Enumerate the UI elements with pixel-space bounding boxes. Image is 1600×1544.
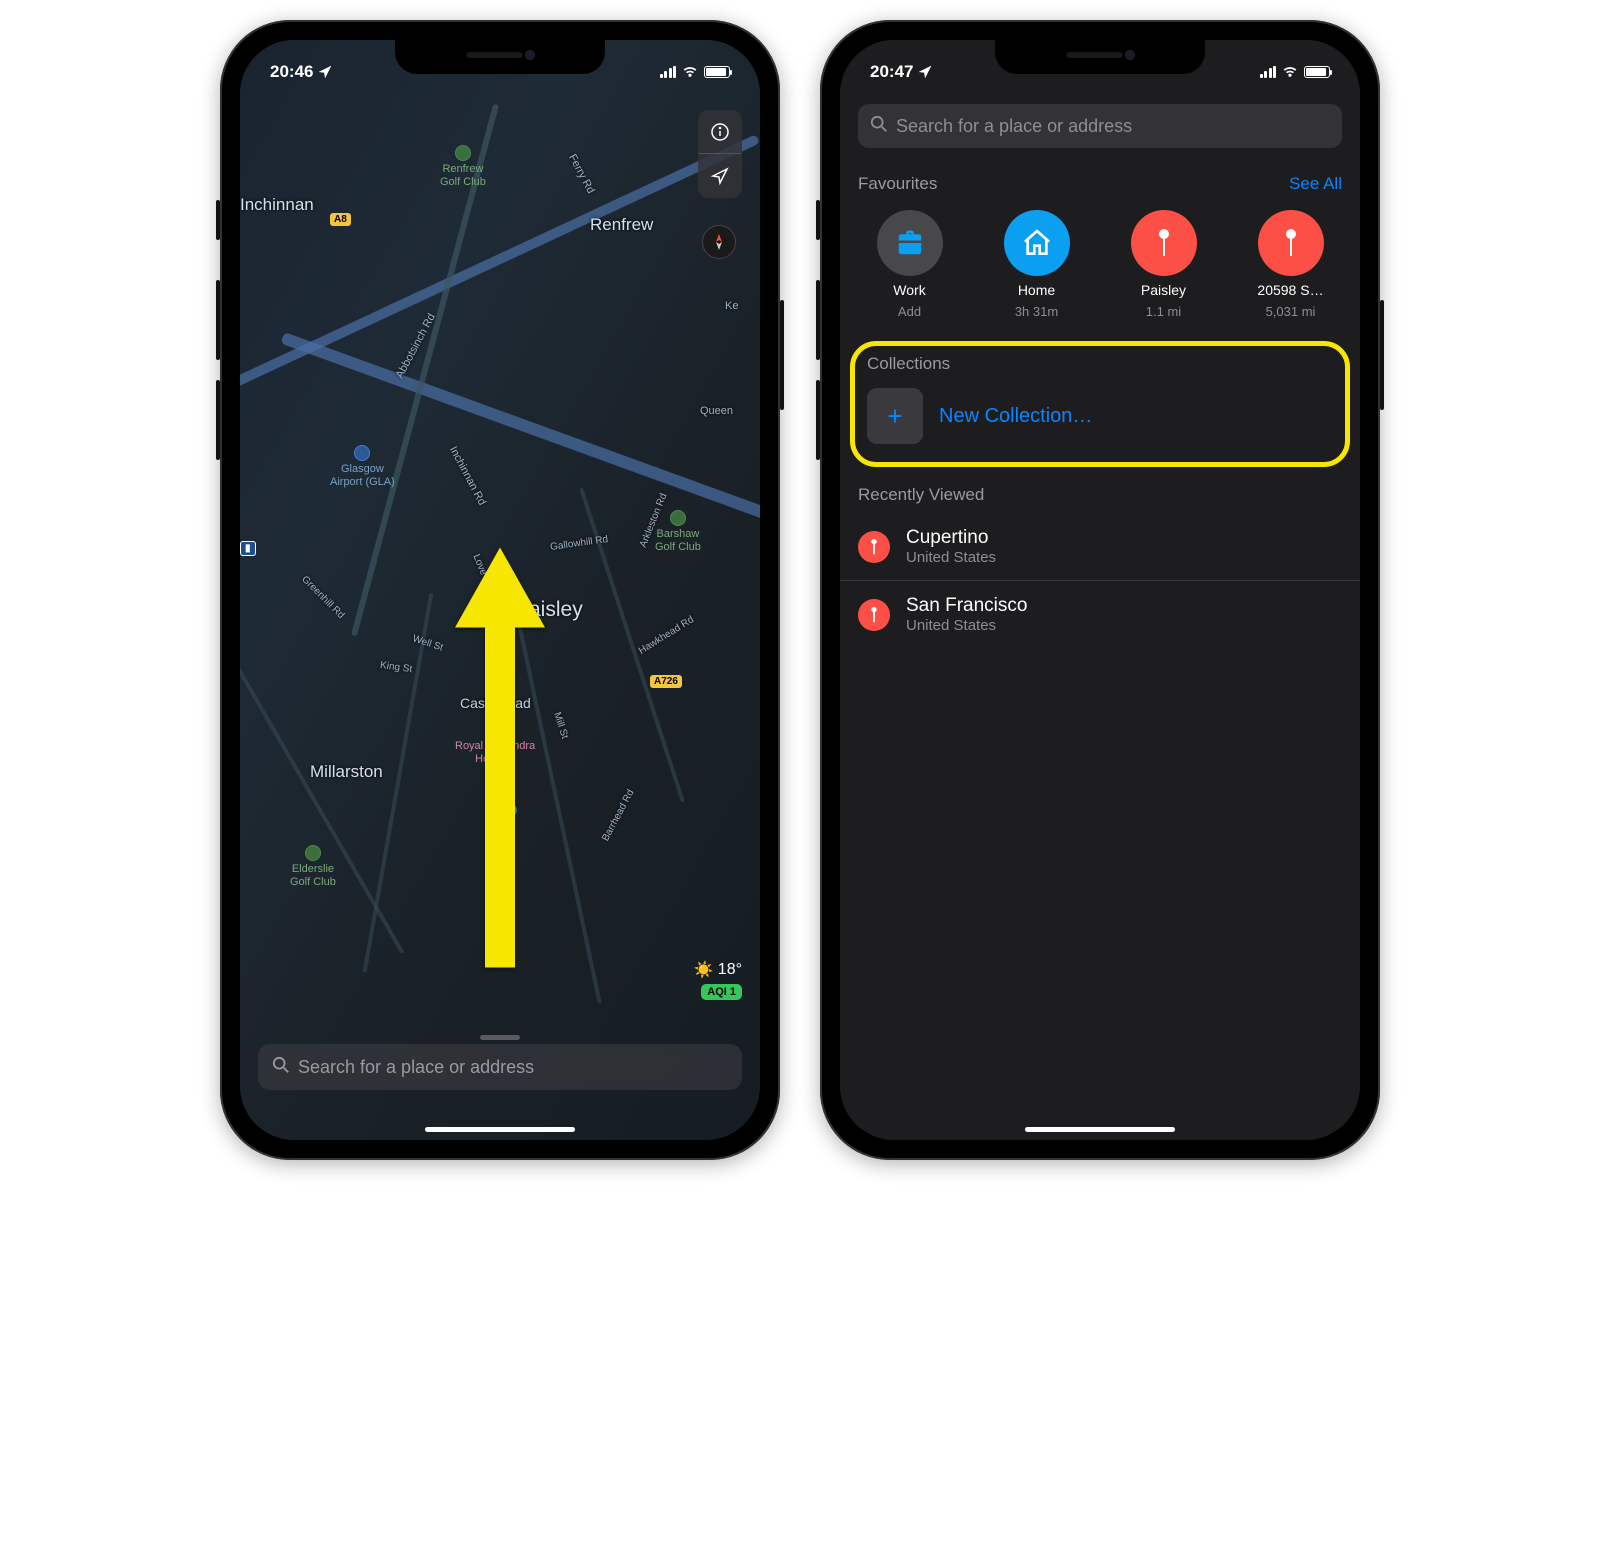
home-indicator[interactable] [425, 1127, 575, 1132]
phone-frame-right: 20:47 Search for a place or address Favo… [820, 20, 1380, 1160]
map-label-renfrew: Renfrew [590, 215, 653, 235]
locate-button[interactable] [698, 154, 742, 198]
favourites-title: Favourites [858, 174, 937, 194]
favourite-work[interactable]: Work Add [850, 210, 969, 319]
signal-icon [660, 66, 677, 78]
info-button[interactable] [698, 110, 742, 154]
poi-renfrew-golf: Renfrew Golf Club [440, 145, 486, 189]
pin-icon [858, 531, 890, 563]
battery-icon [704, 66, 730, 78]
wifi-icon [682, 64, 698, 80]
sun-icon: ☀️ [694, 960, 714, 980]
house-icon [1004, 210, 1070, 276]
pin-icon [858, 599, 890, 631]
collections-title: Collections [863, 354, 1337, 384]
compass-button[interactable] [702, 225, 736, 259]
status-time: 20:46 [270, 62, 313, 82]
search-field[interactable]: Search for a place or address [858, 104, 1342, 148]
search-icon [272, 1056, 290, 1079]
poi-barshaw-golf: Barshaw Golf Club [655, 510, 701, 554]
pin-icon [1258, 210, 1324, 276]
favourite-home[interactable]: Home 3h 31m [977, 210, 1096, 319]
compass-icon [709, 232, 729, 252]
search-field[interactable]: Search for a place or address [258, 1044, 742, 1090]
recently-viewed-list: Cupertino United States San Francisco Un… [840, 513, 1360, 648]
collections-highlight: Collections + New Collection… [850, 341, 1350, 467]
map-label-inchinnan: Inchinnan [240, 195, 314, 215]
badge-a737: ▮ [240, 541, 256, 556]
map-controls [698, 110, 742, 198]
road-mill: Mill St [551, 711, 570, 740]
see-all-link[interactable]: See All [1289, 174, 1342, 194]
recent-item-cupertino[interactable]: Cupertino United States [840, 513, 1360, 581]
swipe-up-annotation [455, 548, 545, 973]
road-greenhill: Greenhill Rd [299, 574, 346, 621]
road-hawkhead: Hawkhead Rd [637, 614, 696, 657]
screen-left: 20:46 Inchinnan Renfrew Paisley Millarst… [240, 40, 760, 1140]
phone-frame-left: 20:46 Inchinnan Renfrew Paisley Millarst… [220, 20, 780, 1160]
search-sheet: Search for a place or address Favourites… [840, 40, 1360, 1140]
info-icon [710, 122, 730, 142]
briefcase-icon [877, 210, 943, 276]
road-ke: Ke [725, 300, 738, 312]
favourites-header: Favourites See All [858, 174, 1342, 194]
badge-a8: A8 [330, 213, 351, 226]
locate-icon [710, 166, 730, 186]
favourite-paisley[interactable]: Paisley 1.1 mi [1104, 210, 1223, 319]
pin-icon [1131, 210, 1197, 276]
screen-right: 20:47 Search for a place or address Favo… [840, 40, 1360, 1140]
poi-glasgow-airport: Glasgow Airport (GLA) [330, 445, 395, 489]
status-time: 20:47 [870, 62, 913, 82]
new-collection-button[interactable]: + New Collection… [863, 384, 1337, 448]
favourites-row: Work Add Home 3h 31m Paisley 1.1 mi [850, 210, 1350, 319]
poi-elderslie-golf: Elderslie Golf Club [290, 845, 336, 889]
road-king: King St [379, 660, 412, 675]
favourite-20598[interactable]: 20598 S… 5,031 mi [1231, 210, 1350, 319]
map-label-millarston: Millarston [310, 762, 383, 782]
sheet-grabber[interactable] [480, 1035, 520, 1040]
weather-widget[interactable]: ☀️18° AQI 1 [694, 960, 742, 1000]
collection-thumb-icon: + [867, 388, 923, 444]
location-arrow-icon [317, 64, 333, 80]
location-arrow-icon [917, 64, 933, 80]
badge-a726: A726 [650, 675, 682, 688]
recently-viewed-title: Recently Viewed [858, 485, 1342, 505]
aqi-badge: AQI 1 [701, 984, 742, 1000]
temperature: 18° [718, 961, 742, 979]
road-barrhead: Barrhead Rd [600, 788, 636, 843]
road-inchinnan: Inchinnan Rd [447, 445, 488, 508]
battery-icon [1304, 66, 1330, 78]
road-queen: Queen [700, 405, 733, 417]
home-indicator[interactable] [1025, 1127, 1175, 1132]
wifi-icon [1282, 64, 1298, 80]
signal-icon [1260, 66, 1277, 78]
plus-icon: + [887, 401, 902, 432]
new-collection-label: New Collection… [939, 405, 1092, 428]
search-placeholder: Search for a place or address [896, 116, 1132, 137]
road-well: Well St [411, 633, 444, 653]
notch [995, 40, 1205, 74]
notch [395, 40, 605, 74]
search-icon [870, 115, 888, 138]
search-placeholder: Search for a place or address [298, 1057, 534, 1078]
road-ferry: Ferry Rd [566, 152, 597, 195]
recent-item-sanfrancisco[interactable]: San Francisco United States [840, 581, 1360, 648]
